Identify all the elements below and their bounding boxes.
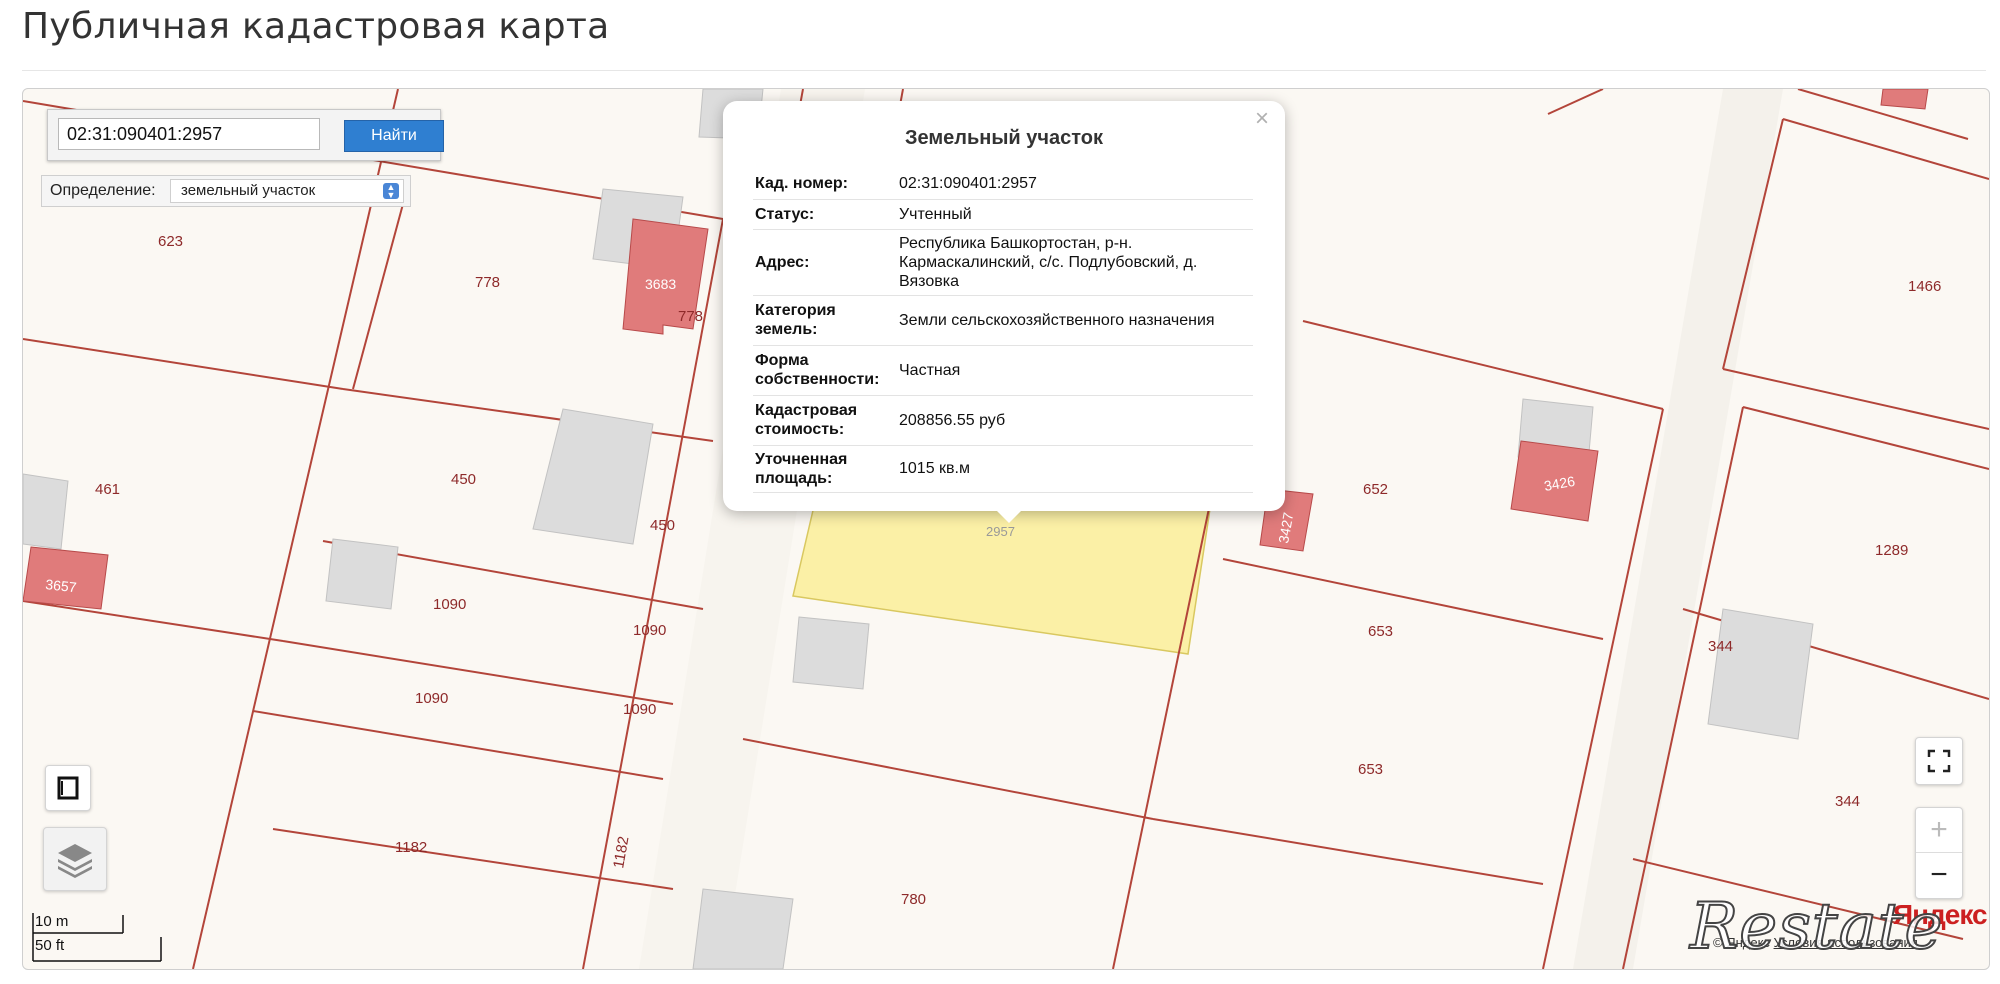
road-right bbox=[1573, 89, 1783, 969]
parcel-label: 450 bbox=[451, 471, 476, 488]
ruler-icon bbox=[57, 776, 79, 800]
map-container[interactable]: 623 778 778 1466 461 450 450 652 1289 10… bbox=[22, 88, 1990, 970]
table-row: Категория земель: Земли сельскохозяйстве… bbox=[753, 295, 1253, 346]
info-key: Кад. номер: bbox=[753, 169, 897, 200]
info-key: Кадастровая стоимость: bbox=[753, 395, 897, 446]
info-value: Учтенный bbox=[897, 199, 1253, 230]
parcel-label: 1289 bbox=[1875, 542, 1908, 559]
building-label: 3657 bbox=[45, 576, 78, 595]
zoom-in-button[interactable]: + bbox=[1916, 808, 1962, 853]
parcel-label: 653 bbox=[1368, 623, 1393, 640]
definition-panel: Определение: земельный участок ▲ ▼ bbox=[41, 175, 411, 207]
info-value: Земли сельскохозяйственного назначения bbox=[897, 295, 1253, 346]
zoom-control: + − bbox=[1915, 807, 1963, 899]
parcel-label: 344 bbox=[1708, 638, 1733, 655]
parcel-label: 1090 bbox=[433, 596, 466, 613]
parcel-info-table: Кад. номер: 02:31:090401:2957 Статус: Уч… bbox=[753, 169, 1253, 493]
table-row: Форма собственности: Частная bbox=[753, 345, 1253, 396]
parcel-label: 344 bbox=[1835, 793, 1860, 810]
expand-icon bbox=[1927, 749, 1951, 773]
info-value: 1015 кв.м bbox=[897, 445, 1253, 493]
parcel-label: 1090 bbox=[623, 701, 656, 718]
find-button[interactable]: Найти bbox=[344, 120, 444, 152]
select-arrows-icon: ▲ ▼ bbox=[383, 183, 399, 200]
info-value: 02:31:090401:2957 bbox=[897, 169, 1253, 200]
parcel-label-selected: 2957 bbox=[986, 524, 1015, 539]
definition-selected-value: земельный участок bbox=[181, 182, 316, 199]
parcel-label: 461 bbox=[95, 481, 120, 498]
table-row: Кад. номер: 02:31:090401:2957 bbox=[753, 169, 1253, 200]
fullscreen-button[interactable] bbox=[1915, 737, 1963, 785]
page-title: Публичная кадастровая карта bbox=[22, 6, 610, 47]
parcel-label: 778 bbox=[475, 274, 500, 291]
info-key: Категория земель: bbox=[753, 295, 897, 346]
info-key: Форма собственности: bbox=[753, 345, 897, 396]
info-key: Адрес: bbox=[753, 229, 897, 296]
definition-label: Определение: bbox=[50, 182, 156, 199]
building-label: 3683 bbox=[645, 276, 676, 292]
parcel-label: 1182 bbox=[395, 839, 427, 856]
search-panel: Найти bbox=[47, 109, 444, 161]
info-value: Республика Башкортостан, р-н. Кармаскали… bbox=[897, 229, 1253, 296]
parcel-label: 1466 bbox=[1908, 278, 1941, 295]
parcel-label: 450 bbox=[650, 517, 675, 534]
table-row: Статус: Учтенный bbox=[753, 199, 1253, 230]
info-value: Частная bbox=[897, 345, 1253, 396]
parcel-label: 780 bbox=[901, 891, 926, 908]
building-top-right bbox=[1880, 89, 1929, 110]
parcel-label: 653 bbox=[1358, 761, 1383, 778]
parcel-label: 623 bbox=[158, 233, 183, 250]
layers-icon bbox=[58, 844, 92, 878]
info-key: Уточненная площадь: bbox=[753, 445, 897, 493]
table-row: Адрес: Республика Башкортостан, р-н. Кар… bbox=[753, 229, 1253, 296]
parcel-label: 1090 bbox=[415, 690, 448, 707]
popup-title: Земельный участок bbox=[904, 127, 1104, 149]
cadastral-search-input[interactable] bbox=[58, 118, 320, 150]
info-key: Статус: bbox=[753, 199, 897, 230]
scale-imperial: 50 ft bbox=[35, 937, 65, 954]
title-divider bbox=[22, 70, 1986, 71]
scale-metric: 10 m bbox=[35, 913, 69, 930]
parcel-info-popup: × Земельный участок Кад. номер: 02:31:09… bbox=[723, 101, 1285, 511]
ruler-button[interactable] bbox=[45, 765, 91, 811]
layers-button[interactable] bbox=[43, 827, 107, 891]
parcel-label: 1182 bbox=[610, 835, 632, 870]
popup-pointer bbox=[993, 507, 1025, 523]
info-value: 208856.55 руб bbox=[897, 395, 1253, 446]
parcel-label: 652 bbox=[1363, 481, 1388, 498]
table-row: Кадастровая стоимость: 208856.55 руб bbox=[753, 395, 1253, 446]
table-row: Уточненная площадь: 1015 кв.м bbox=[753, 445, 1253, 493]
restate-watermark: Restate bbox=[1689, 889, 1944, 965]
definition-select[interactable]: земельный участок ▲ ▼ bbox=[170, 179, 404, 203]
parcel-label: 778 bbox=[678, 308, 703, 325]
parcel-label: 1090 bbox=[633, 622, 666, 639]
